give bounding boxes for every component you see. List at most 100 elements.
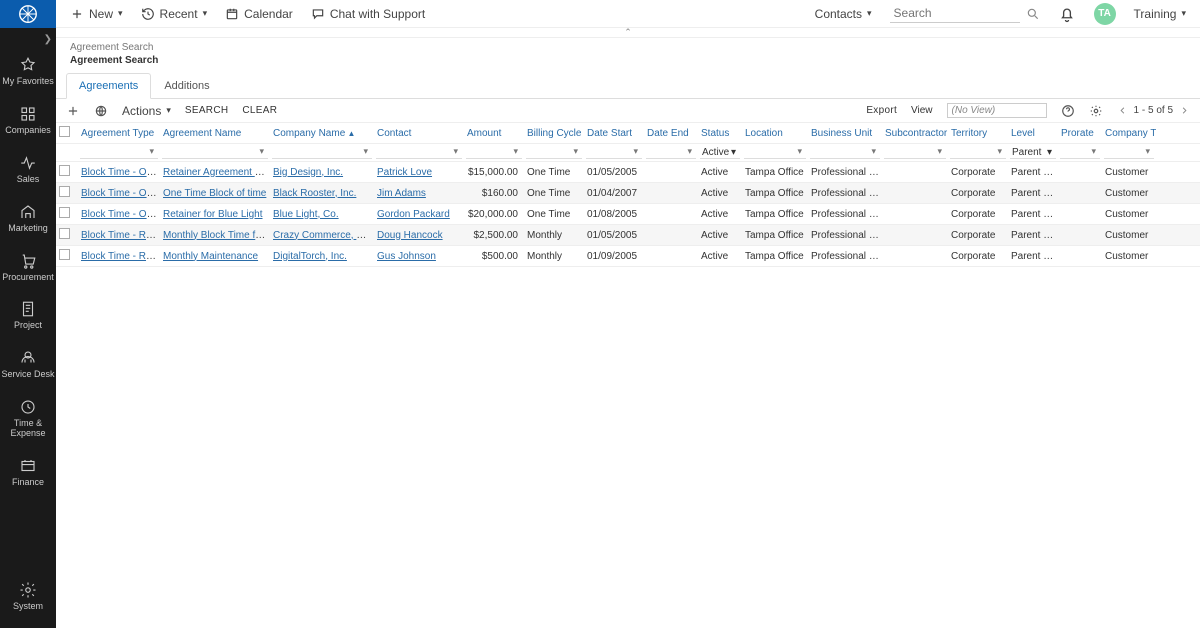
export-link[interactable]: Export bbox=[866, 105, 897, 116]
cell[interactable]: Monthly Block Time for Crazy Commerce bbox=[160, 227, 270, 244]
filter-cell[interactable]: ▾ bbox=[882, 144, 948, 161]
row-checkbox[interactable] bbox=[59, 228, 70, 239]
contact-link[interactable]: Doug Hancock bbox=[377, 230, 443, 241]
company-link[interactable]: DigitalTorch, Inc. bbox=[273, 251, 347, 262]
cell[interactable]: Block Time - One time bbox=[78, 185, 160, 202]
contact-link[interactable]: Gordon Packard bbox=[377, 209, 450, 220]
filter-dropdown[interactable]: ▾ bbox=[586, 146, 642, 159]
cell[interactable]: Crazy Commerce, Co. bbox=[270, 227, 374, 244]
contact-link[interactable]: Gus Johnson bbox=[377, 251, 436, 262]
cell[interactable] bbox=[56, 204, 78, 224]
search-button[interactable]: SEARCH bbox=[185, 105, 228, 116]
new-button[interactable]: New▾ bbox=[70, 7, 123, 21]
filter-dropdown[interactable]: ▾ bbox=[80, 146, 158, 159]
filter-dropdown[interactable]: ▾ bbox=[744, 146, 806, 159]
filter-dropdown[interactable]: ▾ bbox=[1104, 146, 1154, 159]
col-header[interactable]: Contact bbox=[374, 125, 464, 142]
add-row-icon[interactable] bbox=[66, 104, 80, 118]
cell[interactable] bbox=[56, 246, 78, 266]
select-all-header[interactable] bbox=[56, 123, 78, 143]
help-icon[interactable] bbox=[1061, 104, 1075, 118]
filter-cell[interactable]: ▾ bbox=[808, 144, 882, 161]
user-menu[interactable]: Training▾ bbox=[1134, 7, 1186, 21]
collapse-header-toggle[interactable]: ⌃ bbox=[56, 28, 1200, 38]
cell[interactable]: Gordon Packard bbox=[374, 206, 464, 223]
col-header[interactable]: Level bbox=[1008, 125, 1058, 142]
cell[interactable]: DigitalTorch, Inc. bbox=[270, 248, 374, 265]
filter-cell[interactable]: ▾ bbox=[160, 144, 270, 161]
filter-dropdown[interactable]: ▾ bbox=[646, 146, 696, 159]
cell[interactable] bbox=[56, 225, 78, 245]
filter-dropdown[interactable]: ▾ bbox=[884, 146, 946, 159]
col-header[interactable]: Date End bbox=[644, 125, 698, 142]
table-row[interactable]: Block Time - One timeRetainer for Blue L… bbox=[56, 204, 1200, 225]
contact-link[interactable]: Patrick Love bbox=[377, 167, 432, 178]
cell[interactable] bbox=[56, 162, 78, 182]
sidebar-item-companies[interactable]: Companies bbox=[0, 103, 56, 138]
filter-dropdown[interactable]: ▾ bbox=[272, 146, 372, 159]
company-link[interactable]: Big Design, Inc. bbox=[273, 167, 343, 178]
row-checkbox[interactable] bbox=[59, 249, 70, 260]
cell[interactable]: Retainer Agreement for Big Design bbox=[160, 164, 270, 181]
level-filter[interactable]: Parent▾ bbox=[1010, 146, 1056, 159]
table-row[interactable]: Block Time - RecurringMonthly Block Time… bbox=[56, 225, 1200, 246]
company-link[interactable]: Blue Light, Co. bbox=[273, 209, 339, 220]
bell-icon[interactable] bbox=[1058, 5, 1076, 23]
filter-cell[interactable] bbox=[56, 151, 78, 155]
status-filter[interactable]: Active▾ bbox=[700, 146, 740, 159]
row-checkbox[interactable] bbox=[59, 165, 70, 176]
cell[interactable]: Patrick Love bbox=[374, 164, 464, 181]
filter-cell[interactable]: ▾ bbox=[584, 144, 644, 161]
row-checkbox[interactable] bbox=[59, 186, 70, 197]
col-header[interactable]: Prorate bbox=[1058, 125, 1102, 142]
filter-dropdown[interactable]: ▾ bbox=[162, 146, 268, 159]
tab-agreements[interactable]: Agreements bbox=[66, 73, 151, 99]
calendar-button[interactable]: Calendar bbox=[225, 7, 293, 21]
col-header[interactable]: Agreement Type bbox=[78, 125, 160, 142]
filter-cell[interactable]: ▾ bbox=[464, 144, 524, 161]
agreement-type-link[interactable]: Block Time - Recurring bbox=[81, 251, 160, 262]
filter-cell[interactable]: Active▾ bbox=[698, 144, 742, 161]
col-header[interactable]: Amount bbox=[464, 125, 524, 142]
filter-cell[interactable]: ▾ bbox=[742, 144, 808, 161]
recent-button[interactable]: Recent▾ bbox=[141, 7, 208, 21]
tab-additions[interactable]: Additions bbox=[151, 73, 222, 99]
filter-cell[interactable]: ▾ bbox=[78, 144, 160, 161]
contact-link[interactable]: Jim Adams bbox=[377, 188, 426, 199]
sidebar-item-project[interactable]: Project bbox=[0, 298, 56, 333]
agreement-type-link[interactable]: Block Time - One time bbox=[81, 209, 160, 220]
col-header[interactable]: Company Name bbox=[270, 125, 374, 142]
cell[interactable]: One Time Block of time bbox=[160, 185, 270, 202]
table-row[interactable]: Block Time - One timeOne Time Block of t… bbox=[56, 183, 1200, 204]
sidebar-item-service-desk[interactable]: Service Desk bbox=[0, 347, 56, 382]
col-header[interactable]: Business Unit bbox=[808, 125, 882, 142]
filter-cell[interactable]: ▾ bbox=[1102, 144, 1156, 161]
agreement-type-link[interactable]: Block Time - One time bbox=[81, 188, 160, 199]
filter-cell[interactable]: ▾ bbox=[270, 144, 374, 161]
cell[interactable]: Blue Light, Co. bbox=[270, 206, 374, 223]
table-row[interactable]: Block Time - RecurringMonthly Maintenanc… bbox=[56, 246, 1200, 267]
filter-cell[interactable]: ▾ bbox=[948, 144, 1008, 161]
cell[interactable]: Big Design, Inc. bbox=[270, 164, 374, 181]
chat-button[interactable]: Chat with Support bbox=[311, 7, 425, 21]
cell[interactable]: Doug Hancock bbox=[374, 227, 464, 244]
company-link[interactable]: Black Rooster, Inc. bbox=[273, 188, 356, 199]
sidebar-item-time-expense[interactable]: Time & Expense bbox=[0, 396, 56, 441]
filter-cell[interactable]: ▾ bbox=[524, 144, 584, 161]
globe-icon[interactable] bbox=[94, 104, 108, 118]
cell[interactable]: Retainer for Blue Light bbox=[160, 206, 270, 223]
filter-cell[interactable]: ▾ bbox=[374, 144, 464, 161]
col-header[interactable]: Billing Cycle bbox=[524, 125, 584, 142]
filter-dropdown[interactable]: ▾ bbox=[526, 146, 582, 159]
filter-dropdown[interactable]: ▾ bbox=[376, 146, 462, 159]
agreement-name-link[interactable]: One Time Block of time bbox=[163, 188, 266, 199]
company-link[interactable]: Crazy Commerce, Co. bbox=[273, 230, 372, 241]
cell[interactable]: Block Time - Recurring bbox=[78, 248, 160, 265]
clear-button[interactable]: CLEAR bbox=[242, 105, 277, 116]
global-search-input[interactable] bbox=[890, 4, 1020, 23]
filter-dropdown[interactable]: ▾ bbox=[1060, 146, 1100, 159]
contacts-dropdown[interactable]: Contacts▾ bbox=[815, 7, 872, 21]
agreement-name-link[interactable]: Monthly Maintenance bbox=[163, 251, 258, 262]
filter-cell[interactable]: ▾ bbox=[1058, 144, 1102, 161]
agreement-type-link[interactable]: Block Time - One time bbox=[81, 167, 160, 178]
